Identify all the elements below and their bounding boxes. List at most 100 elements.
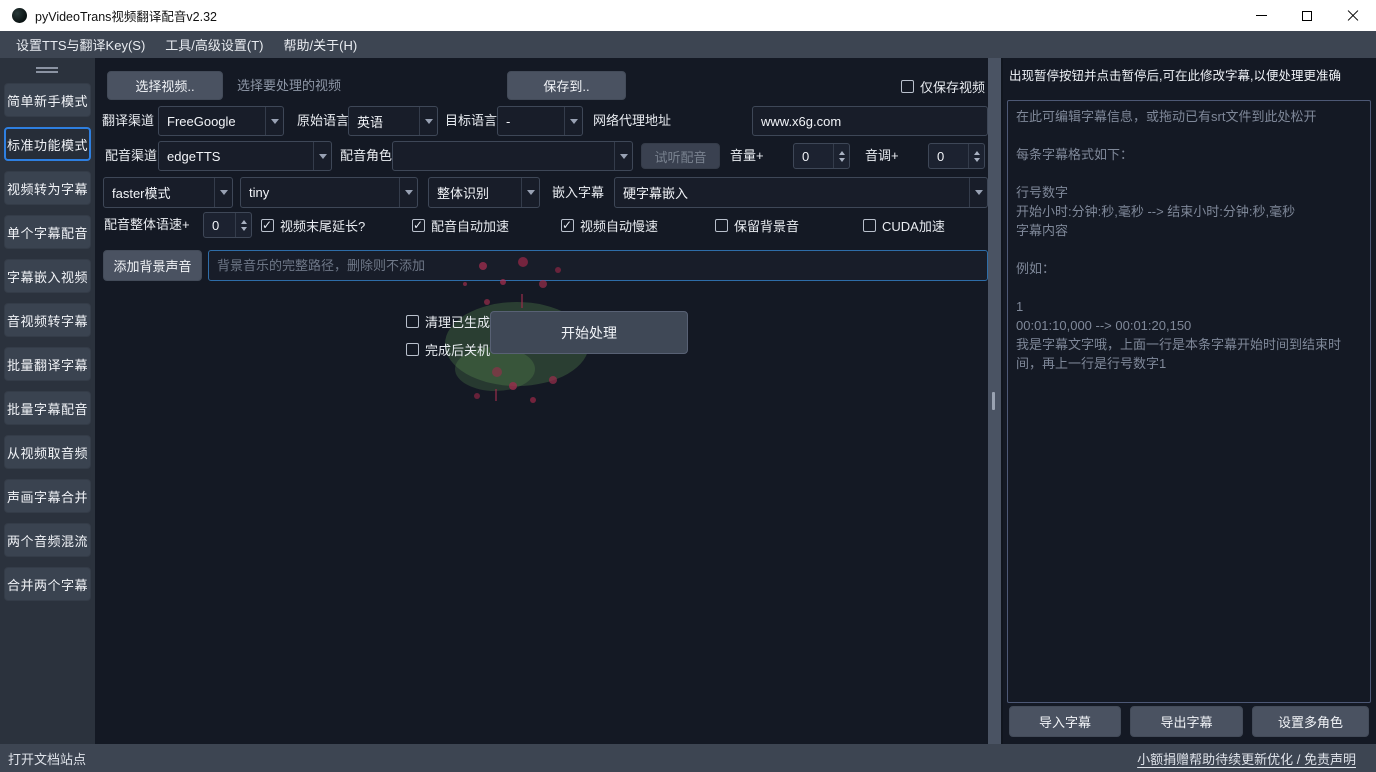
checkbox-label: 完成后关机 bbox=[425, 340, 490, 359]
import-subtitle-button[interactable]: 导入字幕 bbox=[1009, 706, 1121, 737]
sidebar-item-label: 单个字幕配音 bbox=[7, 223, 88, 242]
spinner-arrows-icon[interactable] bbox=[235, 213, 251, 237]
subtitle-panel-hint: 出现暂停按钮并点击暂停后,可在此修改字幕,以便处理更准确 bbox=[1009, 68, 1371, 84]
sidebar-item-simple-mode[interactable]: 简单新手模式 bbox=[4, 83, 91, 117]
minimize-button[interactable] bbox=[1238, 0, 1284, 31]
export-subtitle-button[interactable]: 导出字幕 bbox=[1130, 706, 1243, 737]
bgm-path-input[interactable] bbox=[208, 250, 988, 281]
model-name-select[interactable]: tiny bbox=[240, 177, 418, 208]
sidebar-item-standard-mode[interactable]: 标准功能模式 bbox=[4, 127, 91, 161]
dub-auto-speedup-checkbox[interactable]: 配音自动加速 bbox=[412, 217, 509, 233]
minimize-icon bbox=[1256, 15, 1267, 16]
scrollbar-thumb[interactable] bbox=[992, 392, 995, 410]
sidebar-item-av-to-srt[interactable]: 音视频转字幕 bbox=[4, 303, 91, 337]
sidebar-item-label: 两个音频混流 bbox=[7, 531, 88, 550]
chevron-down-icon bbox=[399, 178, 417, 207]
pitch-spinner[interactable]: 0 bbox=[928, 143, 985, 169]
checkbox-label: 视频末尾延长? bbox=[280, 216, 365, 235]
add-bgm-label: 添加背景声音 bbox=[113, 256, 191, 275]
shutdown-after-checkbox[interactable]: 完成后关机 bbox=[406, 341, 490, 357]
tts-channel-label: 配音渠道 bbox=[105, 141, 157, 171]
window-controls bbox=[1238, 0, 1376, 31]
checkbox-box bbox=[261, 219, 274, 232]
export-subtitle-label: 导出字幕 bbox=[1160, 712, 1212, 731]
translate-channel-label: 翻译渠道 bbox=[102, 106, 154, 136]
target-lang-select[interactable]: - bbox=[497, 106, 583, 136]
status-bar: 打开文档站点 小额捐赠帮助待续更新优化 / 免责声明 bbox=[0, 744, 1376, 772]
volume-spinner[interactable]: 0 bbox=[793, 143, 850, 169]
sidebar-item-label: 视频转为字幕 bbox=[7, 179, 88, 198]
add-bgm-button[interactable]: 添加背景声音 bbox=[103, 250, 202, 281]
video-tail-extend-checkbox[interactable]: 视频末尾延长? bbox=[261, 217, 365, 233]
chevron-down-icon bbox=[564, 107, 582, 135]
close-icon bbox=[1347, 10, 1359, 22]
speed-label: 配音整体语速+ bbox=[104, 212, 190, 238]
menu-bar: 设置TTS与翻译Key(S) 工具/高级设置(T) 帮助/关于(H) bbox=[0, 31, 1376, 58]
listen-voice-button[interactable]: 试听配音 bbox=[641, 143, 720, 169]
sidebar-item-video-to-srt[interactable]: 视频转为字幕 bbox=[4, 171, 91, 205]
sidebar-item-merge-two-srt[interactable]: 合并两个字幕 bbox=[4, 567, 91, 601]
cuda-checkbox[interactable]: CUDA加速 bbox=[863, 217, 945, 233]
sidebar-item-single-srt-dub[interactable]: 单个字幕配音 bbox=[4, 215, 91, 249]
save-to-label: 保存到.. bbox=[543, 76, 589, 95]
select-video-button[interactable]: 选择视频.. bbox=[107, 71, 223, 100]
sidebar-item-label: 从视频取音频 bbox=[7, 443, 88, 462]
sidebar-item-batch-dub[interactable]: 批量字幕配音 bbox=[4, 391, 91, 425]
chevron-down-icon bbox=[521, 178, 539, 207]
close-button[interactable] bbox=[1330, 0, 1376, 31]
sidebar-item-extract-audio[interactable]: 从视频取音频 bbox=[4, 435, 91, 469]
drag-handle-icon[interactable] bbox=[36, 67, 58, 75]
set-multirole-button[interactable]: 设置多角色 bbox=[1252, 706, 1369, 737]
model-mode-value: faster模式 bbox=[104, 183, 214, 202]
sidebar-item-batch-translate[interactable]: 批量翻译字幕 bbox=[4, 347, 91, 381]
title-bar: pyVideoTrans视频翻译配音v2.32 bbox=[0, 0, 1376, 31]
donate-disclaimer-link[interactable]: 小额捐赠帮助待续更新优化 / 免责声明 bbox=[1137, 749, 1356, 768]
proxy-label: 网络代理地址 bbox=[593, 106, 671, 136]
spinner-arrows-icon[interactable] bbox=[968, 144, 984, 168]
volume-value: 0 bbox=[794, 144, 833, 168]
tts-channel-select[interactable]: edgeTTS bbox=[158, 141, 332, 171]
sidebar-item-label: 字幕嵌入视频 bbox=[7, 267, 88, 286]
voice-role-select[interactable] bbox=[392, 141, 633, 171]
model-mode-select[interactable]: faster模式 bbox=[103, 177, 233, 208]
target-lang-value: - bbox=[498, 114, 564, 129]
only-save-video-checkbox[interactable]: 仅保存视频 bbox=[901, 78, 985, 94]
embed-subtitle-select[interactable]: 硬字幕嵌入 bbox=[614, 177, 988, 208]
spinner-arrows-icon[interactable] bbox=[833, 144, 849, 168]
recognition-value: 整体识别 bbox=[429, 183, 521, 202]
proxy-input[interactable] bbox=[752, 106, 988, 136]
maximize-button[interactable] bbox=[1284, 0, 1330, 31]
checkbox-label: 配音自动加速 bbox=[431, 216, 509, 235]
menu-tools[interactable]: 工具/高级设置(T) bbox=[157, 32, 271, 57]
menu-tts-key[interactable]: 设置TTS与翻译Key(S) bbox=[8, 32, 153, 57]
start-process-button[interactable]: 开始处理 bbox=[490, 311, 688, 354]
cleanup-generated-checkbox[interactable]: 清理已生成 bbox=[406, 313, 490, 329]
open-docs-link[interactable]: 打开文档站点 bbox=[8, 749, 86, 768]
tts-channel-value: edgeTTS bbox=[159, 149, 313, 164]
sidebar: 简单新手模式 标准功能模式 视频转为字幕 单个字幕配音 字幕嵌入视频 音视频转字… bbox=[0, 58, 95, 744]
select-video-label: 选择视频.. bbox=[135, 76, 194, 95]
import-subtitle-label: 导入字幕 bbox=[1039, 712, 1091, 731]
chevron-down-icon bbox=[614, 142, 632, 170]
checkbox-box bbox=[863, 219, 876, 232]
source-lang-select[interactable]: 英语 bbox=[348, 106, 438, 136]
video-auto-slow-checkbox[interactable]: 视频自动慢速 bbox=[561, 217, 658, 233]
sidebar-item-mix-audio[interactable]: 两个音频混流 bbox=[4, 523, 91, 557]
recognition-select[interactable]: 整体识别 bbox=[428, 177, 540, 208]
main-panel: 选择视频.. 选择要处理的视频 保存到.. 仅保存视频 翻译渠道 FreeGoo… bbox=[95, 58, 988, 744]
menu-help[interactable]: 帮助/关于(H) bbox=[276, 32, 366, 57]
checkbox-box bbox=[412, 219, 425, 232]
sidebar-item-srt-embed[interactable]: 字幕嵌入视频 bbox=[4, 259, 91, 293]
target-lang-label: 目标语言 bbox=[445, 106, 497, 136]
vertical-scrollbar[interactable] bbox=[988, 58, 1001, 744]
sidebar-item-merge-av-srt[interactable]: 声画字幕合并 bbox=[4, 479, 91, 513]
subtitle-editor[interactable]: 在此可编辑字幕信息，或拖动已有srt文件到此处松开 每条字幕格式如下： 行号数字… bbox=[1007, 100, 1371, 703]
pitch-label: 音调+ bbox=[865, 141, 899, 171]
keep-bgm-checkbox[interactable]: 保留背景音 bbox=[715, 217, 799, 233]
sidebar-item-label: 音视频转字幕 bbox=[7, 311, 88, 330]
translate-channel-select[interactable]: FreeGoogle bbox=[158, 106, 284, 136]
save-to-button[interactable]: 保存到.. bbox=[507, 71, 626, 100]
sidebar-item-label: 标准功能模式 bbox=[7, 135, 88, 154]
checkbox-label: 清理已生成 bbox=[425, 312, 490, 331]
speed-spinner[interactable]: 0 bbox=[203, 212, 252, 238]
